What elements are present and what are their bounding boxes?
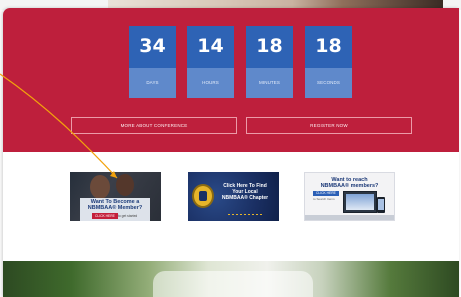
countdown-seconds-value: 18 <box>315 35 342 57</box>
become-member-line2: NBMBAA® Member? <box>87 205 143 211</box>
reach-members-cta: CLICK HERE <box>313 191 339 196</box>
countdown-hours: 14 HOURS <box>187 26 234 98</box>
countdown-minutes-label: MINUTES <box>259 80 280 85</box>
ad-person-image <box>90 175 110 199</box>
find-chapter-text: Click Here To Find Your Local NBMBAA® Ch… <box>214 183 276 201</box>
countdown-days: 34 DAYS <box>129 26 176 98</box>
conference-banner: 34 DAYS 14 HOURS 18 MINUTES 18 SECONDS M… <box>3 8 459 152</box>
countdown-minutes-value: 18 <box>256 35 283 57</box>
ad-footer-strip <box>305 215 394 220</box>
bottom-photo-highlight <box>153 271 313 297</box>
become-member-subtext: to get started <box>118 214 138 218</box>
become-member-ad[interactable]: Want To Become a NBMBAA® Member? CLICK H… <box>70 172 161 221</box>
countdown-seconds-label: SECONDS <box>317 80 340 85</box>
countdown-minutes-label-strip: MINUTES <box>246 68 293 98</box>
phone-icon <box>377 197 385 213</box>
become-member-panel: Want To Become a NBMBAA® Member? CLICK H… <box>80 198 150 221</box>
countdown-hours-label: HOURS <box>202 80 219 85</box>
reach-members-title: Want to reach NBMBAA® members? <box>305 177 394 189</box>
monitor-icon <box>343 191 377 213</box>
countdown-seconds: 18 SECONDS <box>305 26 352 98</box>
decorative-dashes <box>228 214 262 215</box>
countdown-days-label: DAYS <box>146 80 159 85</box>
countdown-hours-label-strip: HOURS <box>187 68 234 98</box>
countdown-minutes: 18 MINUTES <box>246 26 293 98</box>
find-chapter-line3: NBMBAA® Chapter <box>221 194 269 201</box>
ad-person-image <box>116 174 134 196</box>
reach-members-ad[interactable]: Want to reach NBMBAA® members? CLICK HER… <box>304 172 395 221</box>
more-about-conference-button[interactable]: MORE ABOUT CONFERENCE <box>71 117 237 134</box>
become-member-cta: CLICK HERE <box>92 213 118 219</box>
page-card: 34 DAYS 14 HOURS 18 MINUTES 18 SECONDS M… <box>3 8 459 297</box>
register-now-button[interactable]: REGISTER NOW <box>246 117 412 134</box>
countdown-days-label-strip: DAYS <box>129 68 176 98</box>
countdown-hours-value: 14 <box>197 35 224 57</box>
countdown-days-value: 34 <box>139 35 166 57</box>
reach-members-line2: NBMBAA® members? <box>320 183 379 189</box>
bottom-photo <box>3 261 459 297</box>
find-chapter-ad[interactable]: Click Here To Find Your Local NBMBAA® Ch… <box>188 172 279 221</box>
reach-members-subtext: to Search Items <box>313 197 335 201</box>
countdown-seconds-label-strip: SECONDS <box>305 68 352 98</box>
chapter-emblem-icon <box>192 184 214 208</box>
